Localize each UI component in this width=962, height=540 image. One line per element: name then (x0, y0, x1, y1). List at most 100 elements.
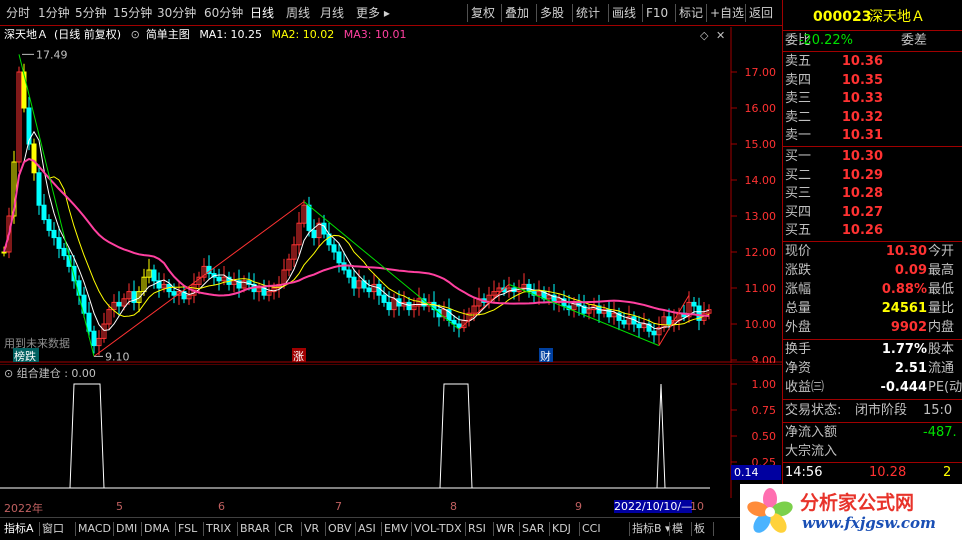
tool-5-button[interactable]: F10 (646, 4, 668, 22)
candle-body (526, 283, 532, 293)
tool-6-button[interactable]: 标记 (679, 4, 703, 22)
indicator-tab-13[interactable]: VOL-TDX (414, 521, 462, 537)
indicator-tab-15[interactable]: WR (496, 521, 515, 537)
period-7-button[interactable]: 周线 (286, 4, 310, 22)
candle-body (76, 280, 82, 296)
candle-body (56, 237, 62, 249)
close-icon[interactable]: ✕ (716, 29, 725, 42)
candle-body (61, 247, 67, 257)
indicator-tab-11[interactable]: ASI (358, 521, 376, 537)
quote-stat-value: 24561 (881, 301, 927, 316)
zigzag-line (508, 283, 660, 347)
candle-body (331, 244, 337, 253)
weicha-label: 委差 (901, 33, 928, 48)
sell-order-price: 10.32 (841, 109, 883, 125)
last-tick-vol: 2 (943, 465, 952, 480)
indicator-tab-10[interactable]: OBV (328, 521, 351, 537)
tool-3-button[interactable]: 统计 (576, 4, 600, 22)
indicator-tab-18[interactable]: CCI (582, 521, 601, 537)
quote-stat2-row: 净资 2.51 流通 (783, 360, 962, 378)
indicator-tab-9[interactable]: VR (304, 521, 319, 537)
quote-stat-label: 外盘 (785, 320, 812, 335)
period-1-button[interactable]: 1分钟 (38, 4, 70, 22)
indicator-tab-21[interactable]: 板 (694, 521, 705, 537)
indicator-tab-2[interactable]: MACD (78, 521, 111, 537)
position-signal-line (0, 383, 710, 489)
sell-order-row: 卖五 10.36 (783, 53, 962, 71)
quote-stat-value: 10.30 (885, 244, 927, 259)
template-icon[interactable]: ⊙ (131, 28, 140, 41)
indicator-tab-4[interactable]: DMA (144, 521, 170, 537)
tab-divider (713, 522, 714, 536)
date-label: 2022/10/10/— (614, 500, 693, 513)
buy-order-price: 10.26 (841, 223, 883, 239)
tab-divider (203, 522, 204, 536)
last-tick-row: 14:56 10.28 2 (783, 464, 962, 482)
event-tag[interactable]: 榜跌 (14, 349, 36, 363)
template-label[interactable]: 简单主图 (146, 28, 190, 41)
buy-order-label: 买三 (785, 186, 812, 202)
event-tag[interactable]: 涨 (293, 350, 304, 363)
quote-stat-row: 总量 24561 量比 (783, 300, 962, 318)
indicator-tab-20[interactable]: 模 (672, 521, 683, 537)
indicator-tab-19[interactable]: 指标B ▾ (632, 521, 671, 537)
period-4-button[interactable]: 30分钟 (157, 4, 196, 22)
tool-8-button[interactable]: 返回 (749, 4, 773, 22)
price-tick-label: 14.00 (745, 174, 777, 187)
candle-body (91, 330, 97, 347)
buy-order-row: 买三 10.28 (783, 185, 962, 203)
candle-body (346, 269, 352, 278)
period-9-button[interactable]: 更多 ▸ (356, 4, 390, 22)
main-chart-canvas: 17.00 16.00 15.00 14.00 13.00 12.00 11.00 10.00… (0, 27, 782, 367)
indicator-tab-6[interactable]: TRIX (206, 521, 231, 537)
period-3-button[interactable]: 15分钟 (113, 4, 152, 22)
tool-1-button[interactable]: 叠加 (505, 4, 529, 22)
indicator-tab-5[interactable]: FSL (178, 521, 197, 537)
indicator-tab-1[interactable]: 窗口 (42, 521, 64, 537)
period-5-button[interactable]: 60分钟 (204, 4, 243, 22)
tab-divider (691, 522, 692, 536)
site-logo: 分析家公式网 www.fxjgsw.com (740, 484, 962, 540)
net-inflow-value: -487. (923, 425, 957, 440)
candle-body (336, 251, 342, 264)
indicator-tab-17[interactable]: KDJ (552, 521, 571, 537)
tool-2-button[interactable]: 多股 (540, 4, 564, 22)
quote-stat-label: 现价 (785, 244, 812, 259)
indicator-tab-12[interactable]: EMV (384, 521, 408, 537)
main-kline-chart[interactable]: 深天地Ａ (日线 前复权) ⊙ 简单主图 MA1: 10.25 MA2: 10.02… (0, 27, 782, 367)
quote-stat2-label2: 流通 (928, 361, 955, 376)
tool-7-button[interactable]: +自选 (710, 4, 744, 22)
net-inflow-label: 净流入额 (785, 425, 838, 440)
quote-stat-label2: 今开 (928, 244, 955, 259)
indicator-canvas: ⊙ 组合建仓 : 0.001.000.750.500.250.14 (0, 363, 782, 498)
tool-4-button[interactable]: 画线 (612, 4, 636, 22)
zigzag-line (458, 284, 510, 330)
tool-0-button[interactable]: 复权 (471, 4, 495, 22)
quote-stat-label: 总量 (785, 301, 812, 316)
quote-stat-value: 0.88% (881, 282, 927, 297)
period-0-button[interactable]: 分时 (6, 4, 30, 22)
indicator-tab-14[interactable]: RSI (468, 521, 486, 537)
weibi-value: -20.22% (798, 33, 853, 48)
period-6-button[interactable]: 日线 (250, 4, 274, 22)
indicator-tab-16[interactable]: SAR (522, 521, 544, 537)
candle-body (36, 172, 42, 206)
period-8-button[interactable]: 月线 (320, 4, 344, 22)
event-tag[interactable]: 财 (540, 349, 551, 363)
period-2-button[interactable]: 5分钟 (75, 4, 107, 22)
date-label: 7 (335, 500, 342, 513)
candle-body (651, 330, 657, 336)
candle-body (351, 276, 357, 289)
quote-stat2-label: 换手 (785, 342, 812, 357)
indicator-tab-8[interactable]: CR (278, 521, 293, 537)
candle-body (46, 219, 52, 231)
diamond-icon[interactable]: ◇ (700, 29, 709, 42)
tab-divider (301, 522, 302, 536)
indicator-chart[interactable]: ⊙ 组合建仓 : 0.00 1.00 0.75 0.50 0.25 0.14 (0, 363, 782, 498)
indicator-tab-7[interactable]: BRAR (240, 521, 270, 537)
indicator-tab-3[interactable]: DMI (116, 521, 137, 537)
indicator-tab-0[interactable]: 指标A (4, 521, 34, 537)
buy-order-row: 买二 10.29 (783, 167, 962, 185)
date-label: 6 (218, 500, 225, 513)
ma2-label: MA2: 10.02 (271, 28, 335, 41)
